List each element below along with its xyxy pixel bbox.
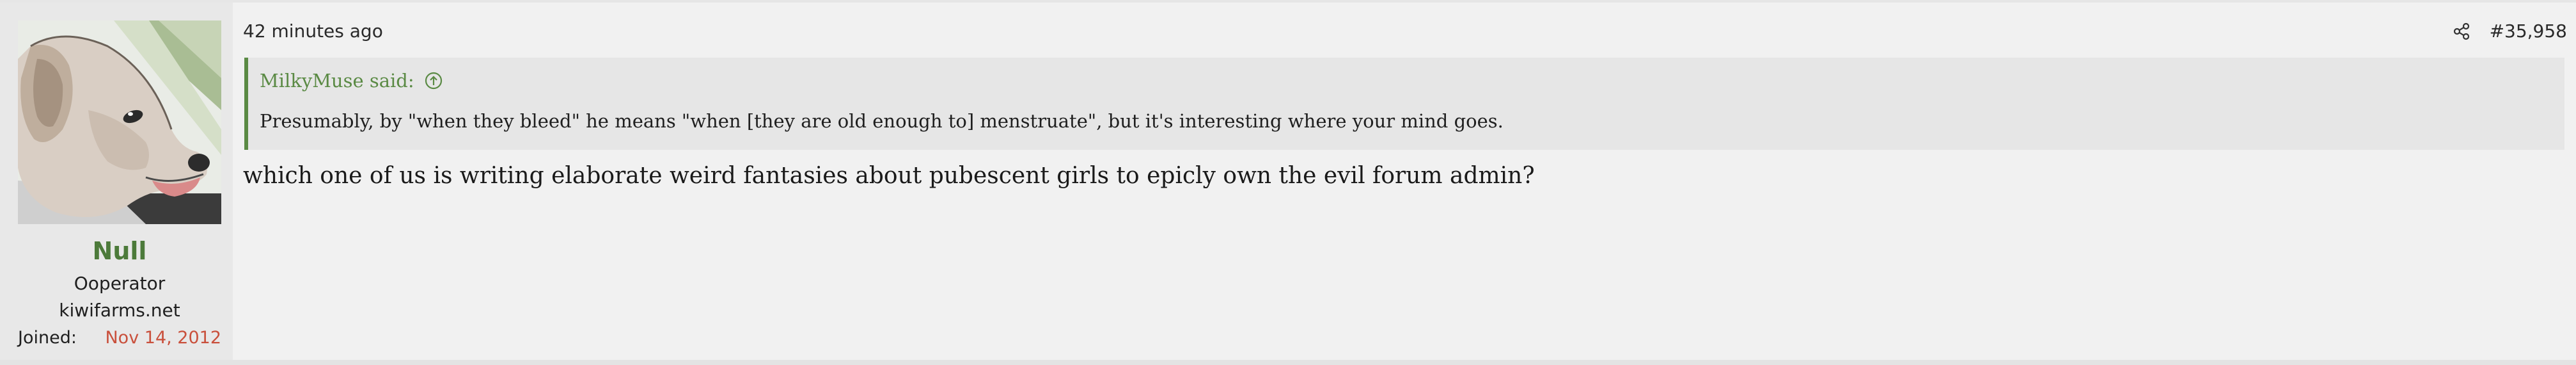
author-sidebar: Null Ooperator kiwifarms.net Joined: Nov… bbox=[0, 3, 233, 360]
user-title: Ooperator bbox=[74, 273, 166, 294]
quote-attribution[interactable]: MilkyMuse said: bbox=[260, 67, 444, 95]
post-main: 42 minutes ago #35,958 MilkyMuse said: P… bbox=[233, 3, 2576, 360]
share-icon[interactable] bbox=[2453, 22, 2470, 40]
dog-avatar-icon bbox=[18, 20, 221, 224]
user-domain: kiwifarms.net bbox=[59, 300, 180, 321]
forum-post: Null Ooperator kiwifarms.net Joined: Nov… bbox=[0, 0, 2576, 360]
joined-label: Joined: bbox=[18, 328, 77, 348]
joined-row: Joined: Nov 14, 2012 bbox=[18, 328, 221, 348]
quote-author[interactable]: MilkyMuse said: bbox=[260, 70, 414, 92]
post-actions: #35,958 bbox=[2453, 20, 2567, 42]
quote-block: MilkyMuse said: Presumably, by "when the… bbox=[244, 58, 2564, 150]
username[interactable]: Null bbox=[0, 237, 239, 265]
joined-date: Nov 14, 2012 bbox=[105, 328, 221, 348]
quote-text: Presumably, by "when they bleed" he mean… bbox=[260, 110, 1504, 132]
post-number-link[interactable]: #35,958 bbox=[2490, 20, 2567, 42]
avatar[interactable] bbox=[18, 20, 221, 224]
post-timestamp[interactable]: 42 minutes ago bbox=[243, 20, 383, 42]
arrow-up-circle-icon[interactable] bbox=[423, 70, 444, 91]
post-body: which one of us is writing elaborate wei… bbox=[243, 163, 1535, 189]
